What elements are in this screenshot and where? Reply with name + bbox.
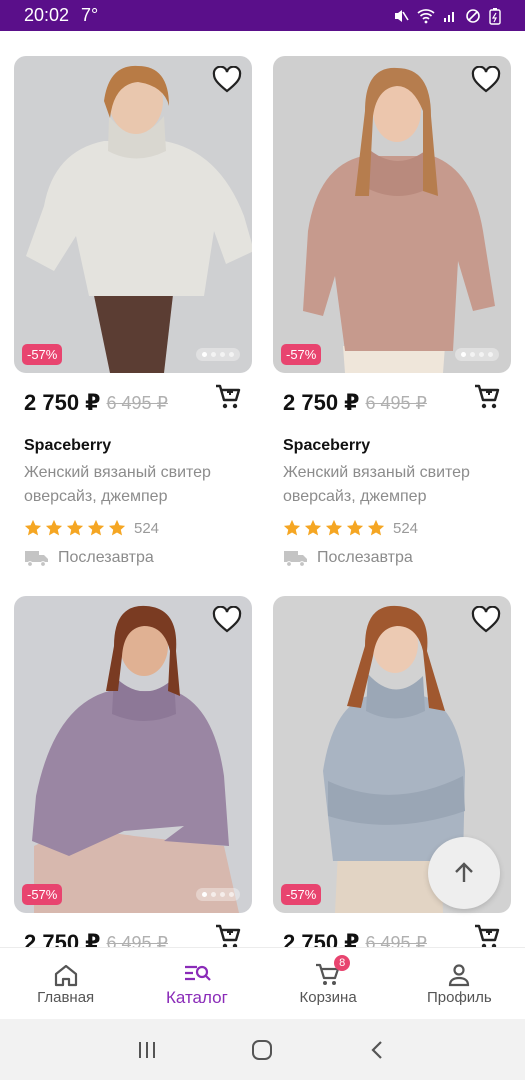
- rating: 524: [273, 517, 511, 539]
- discount-badge: -57%: [22, 344, 63, 365]
- add-to-cart-icon[interactable]: [473, 923, 501, 947]
- price-row: 2 750 ₽ 6 495 ₽: [273, 913, 511, 947]
- photo-lilac-sweater: [14, 596, 252, 913]
- gallery-dots: [196, 348, 240, 361]
- delivery-label: Послезавтра: [58, 549, 154, 566]
- price: 2 750 ₽: [283, 390, 360, 415]
- favorite-icon[interactable]: [212, 606, 242, 634]
- product-photo[interactable]: -57%: [14, 596, 252, 913]
- truck-icon: [284, 551, 307, 567]
- discount-badge: -57%: [281, 884, 322, 905]
- product-feed[interactable]: -57% 2 750 ₽ 6 495 ₽ Spaceberry Женский …: [0, 31, 525, 947]
- star-icon: [304, 519, 322, 536]
- nav-profile[interactable]: Профиль: [394, 948, 525, 1019]
- battery-icon: [489, 7, 501, 25]
- star-icon: [24, 519, 42, 536]
- wifi-icon: [417, 8, 435, 23]
- star-icon: [87, 519, 105, 536]
- brand-name: Spaceberry: [283, 437, 371, 454]
- brand-name: Spaceberry: [24, 437, 112, 454]
- mute-icon: [395, 9, 409, 22]
- home-button-icon[interactable]: [250, 1038, 274, 1062]
- profile-icon: [449, 964, 470, 987]
- nav-catalog[interactable]: Каталог: [131, 948, 262, 1019]
- cart-count-badge: 8: [334, 955, 351, 971]
- nav-profile-label: Профиль: [426, 989, 492, 1006]
- gallery-dots: [196, 888, 240, 901]
- product-photo[interactable]: -57%: [273, 56, 511, 373]
- rating-stars: [24, 519, 126, 537]
- price: 2 750 ₽: [283, 930, 360, 947]
- price: 2 750 ₽: [24, 930, 101, 947]
- favorite-icon[interactable]: [212, 66, 242, 94]
- old-price: 6 495 ₽: [106, 392, 168, 413]
- nav-cart-label: Корзина: [299, 989, 357, 1006]
- favorite-icon[interactable]: [471, 66, 501, 94]
- catalog-search-icon: [184, 965, 211, 981]
- delivery-label: Послезавтра: [317, 549, 413, 566]
- scroll-to-top-button[interactable]: [428, 837, 500, 909]
- old-price: 6 495 ₽: [106, 932, 168, 948]
- nav-home-label: Главная: [37, 989, 95, 1006]
- nav-home[interactable]: Главная: [0, 948, 131, 1019]
- product-photo[interactable]: -57%: [14, 56, 252, 373]
- truck-icon: [25, 551, 48, 567]
- product-title[interactable]: Женский вязаный свитер оверсайз, джемпер: [14, 461, 244, 509]
- star-icon: [367, 519, 385, 536]
- star-icon: [283, 519, 301, 536]
- home-icon: [54, 964, 77, 987]
- status-icons: [393, 7, 501, 25]
- star-icon: [346, 519, 364, 536]
- photo-cream-sweater: [14, 56, 252, 373]
- star-icon: [108, 519, 126, 536]
- old-price: 6 495 ₽: [365, 392, 427, 413]
- rating-stars: [283, 519, 385, 537]
- star-icon: [45, 519, 63, 536]
- product-card[interactable]: -57% 2 750 ₽ 6 495 ₽: [14, 596, 252, 947]
- star-icon: [325, 519, 343, 536]
- status-time: 20:02: [24, 5, 70, 25]
- review-count: 524: [393, 519, 419, 537]
- add-to-cart-icon[interactable]: [214, 923, 242, 947]
- product-title[interactable]: Женский вязаный свитер оверсайз, джемпер: [273, 461, 503, 509]
- bottom-navigation: Главная Каталог 8 Корзина Профиль: [0, 947, 525, 1019]
- review-count: 524: [134, 519, 160, 537]
- product-card[interactable]: -57% 2 750 ₽ 6 495 ₽ Spaceberry Женский …: [14, 56, 252, 567]
- recent-apps-icon[interactable]: [136, 1039, 158, 1061]
- product-card[interactable]: -57% 2 750 ₽ 6 495 ₽ Spaceberry Женский …: [273, 56, 511, 567]
- signal-icon: [444, 11, 454, 22]
- system-navigation-bar: [0, 1019, 525, 1080]
- price-row: 2 750 ₽ 6 495 ₽: [14, 913, 252, 947]
- rating: 524: [14, 517, 252, 539]
- nav-cart[interactable]: 8 Корзина: [263, 948, 394, 1019]
- status-temperature: 7°: [81, 5, 99, 25]
- discount-badge: -57%: [281, 344, 322, 365]
- arrow-up-icon: [455, 862, 473, 882]
- price-row: 2 750 ₽ 6 495 ₽: [273, 373, 511, 433]
- add-to-cart-icon[interactable]: [473, 383, 501, 411]
- price-row: 2 750 ₽ 6 495 ₽: [14, 373, 252, 433]
- photo-pink-sweater: [273, 56, 511, 373]
- discount-badge: -57%: [22, 884, 63, 905]
- favorite-icon[interactable]: [471, 606, 501, 634]
- status-bar: 20:02 7°: [0, 0, 525, 31]
- old-price: 6 495 ₽: [365, 932, 427, 948]
- block-icon: [466, 8, 480, 23]
- gallery-dots: [455, 348, 499, 361]
- delivery-info: Послезавтра: [14, 549, 252, 567]
- delivery-info: Послезавтра: [273, 549, 511, 567]
- nav-catalog-label: Каталог: [165, 987, 228, 1007]
- price: 2 750 ₽: [24, 390, 101, 415]
- back-icon[interactable]: [367, 1039, 389, 1061]
- add-to-cart-icon[interactable]: [214, 383, 242, 411]
- star-icon: [66, 519, 84, 536]
